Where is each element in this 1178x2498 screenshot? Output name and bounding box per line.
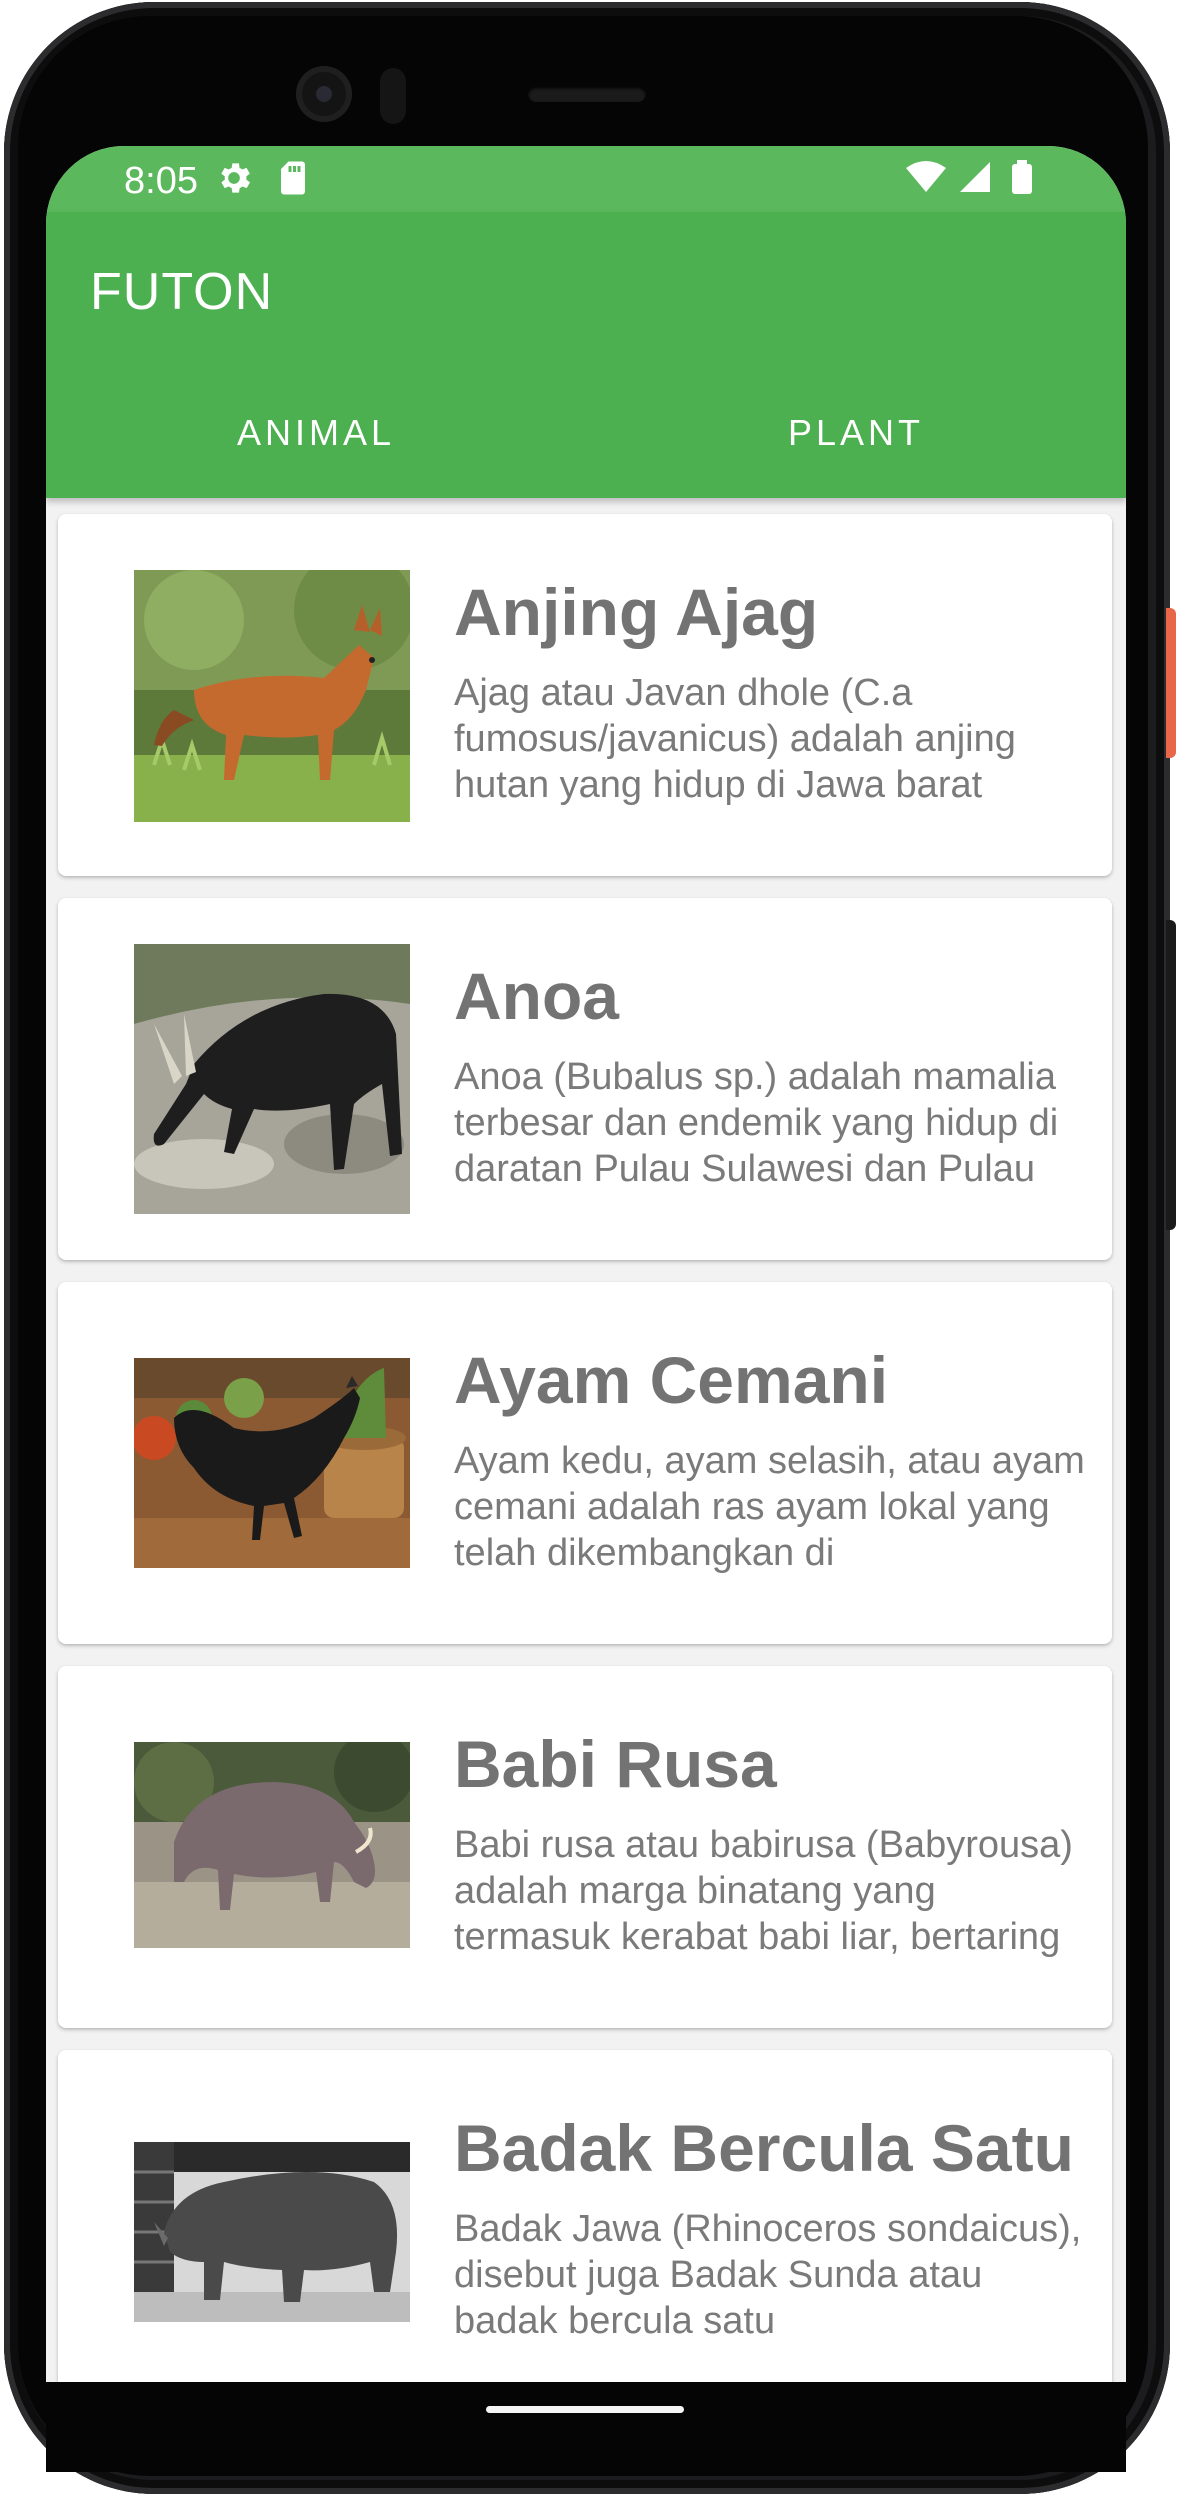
list-item[interactable]: Badak Bercula Satu Badak Jawa (Rhinocero… xyxy=(58,2050,1112,2382)
tab-animal[interactable]: ANIMAL xyxy=(46,368,586,498)
animal-description: Ajag atau Javan dhole (C.a fumosus/javan… xyxy=(454,672,1016,806)
home-indicator[interactable] xyxy=(486,2406,684,2413)
earpiece-speaker xyxy=(528,86,646,102)
app-title: FUTON xyxy=(90,263,274,321)
volume-button xyxy=(1166,920,1176,1230)
black-chicken-photo xyxy=(134,1358,410,1568)
sd-card-icon xyxy=(281,161,305,195)
list-item[interactable]: Babi Rusa Babi rusa atau babirusa (Babyr… xyxy=(58,1666,1112,2028)
wild-dog-photo xyxy=(134,570,410,822)
screen: 8:05 FUTON ANIMAL PLANT Anjing Ajag Ajag… xyxy=(46,146,1126,2382)
tab-plant[interactable]: PLANT xyxy=(586,368,1126,498)
animal-description: Anoa (Bubalus sp.) adalah mamalia terbes… xyxy=(454,1056,1059,1190)
app-bar: FUTON ANIMAL PLANT xyxy=(46,212,1126,498)
animal-name: Anoa xyxy=(454,959,619,1033)
animal-name: Badak Bercula Satu xyxy=(454,2111,1074,2185)
gear-icon xyxy=(221,163,250,193)
animal-description: Badak Jawa (Rhinoceros sondaicus), diseb… xyxy=(454,2208,1082,2342)
status-bar: 8:05 xyxy=(46,146,1126,212)
proximity-sensor xyxy=(380,68,406,124)
animal-description: Ayam kedu, ayam selasih, atau ayam ceman… xyxy=(454,1440,1085,1574)
power-button xyxy=(1166,608,1176,758)
animal-description: Babi rusa atau babirusa (Babyrousa) adal… xyxy=(454,1824,1073,1958)
animal-name: Ayam Cemani xyxy=(454,1343,889,1417)
list-item[interactable]: Ayam Cemani Ayam kedu, ayam selasih, ata… xyxy=(58,1282,1112,1644)
babirusa-photo xyxy=(134,1742,410,1948)
status-time: 8:05 xyxy=(124,160,198,202)
signal-icon xyxy=(960,162,990,192)
animal-name: Babi Rusa xyxy=(454,1727,777,1801)
status-indicators xyxy=(906,160,1032,194)
wifi-icon xyxy=(906,161,946,192)
list-item[interactable]: Anoa Anoa (Bubalus sp.) adalah mamalia t… xyxy=(58,898,1112,1260)
front-camera xyxy=(296,66,352,122)
list-item[interactable]: Anjing Ajag Ajag atau Javan dhole (C.a f… xyxy=(58,514,1112,876)
anoa-photo xyxy=(134,944,410,1214)
tab-bar: ANIMAL PLANT xyxy=(46,368,1126,498)
battery-icon xyxy=(1012,164,1032,194)
phone-device: 8:05 FUTON ANIMAL PLANT Anjing Ajag Ajag… xyxy=(0,0,1178,2498)
bottom-bezel xyxy=(46,2382,1126,2472)
animal-name: Anjing Ajag xyxy=(454,575,819,649)
rhinoceros-photo xyxy=(134,2142,410,2322)
